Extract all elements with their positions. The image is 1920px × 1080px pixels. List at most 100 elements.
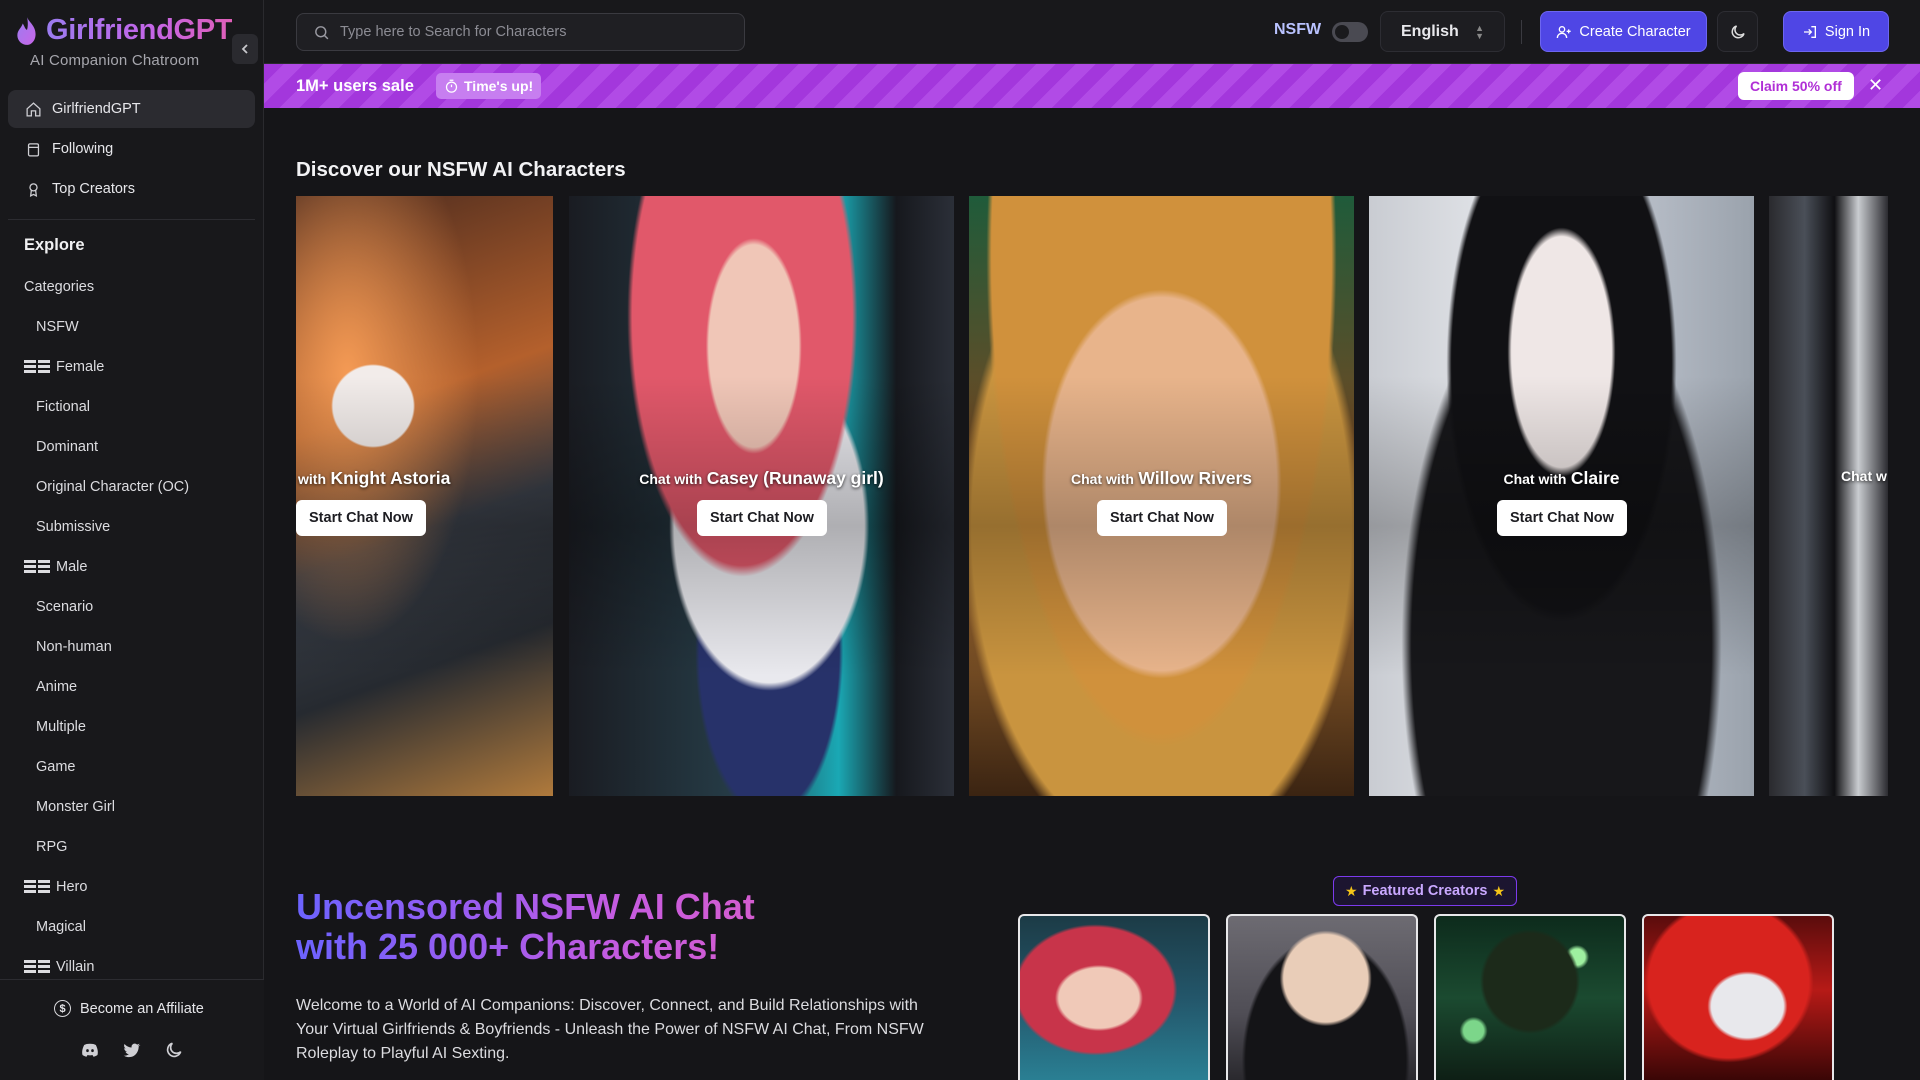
nsfw-toggle[interactable]	[1332, 22, 1368, 42]
character-name: Knight Astoria	[330, 468, 451, 488]
collapse-sidebar-button[interactable]	[232, 34, 258, 64]
promo-timer-label: Time's up!	[464, 78, 534, 94]
header-divider	[1521, 20, 1522, 44]
start-chat-button[interactable]: Start Chat Now	[1097, 500, 1227, 536]
category-item[interactable]: NSFW	[24, 307, 254, 347]
search-icon	[315, 25, 329, 39]
grid-icon	[24, 960, 50, 974]
twitter-icon[interactable]	[122, 1040, 142, 1060]
sidebar-footer: $ Become an Affiliate	[0, 979, 264, 1080]
language-select[interactable]: English ▲ ▼	[1380, 11, 1505, 52]
character-carousel: with Knight Astoria Start Chat Now Chat …	[296, 196, 1888, 796]
category-item[interactable]: Dominant	[24, 427, 254, 467]
start-chat-button[interactable]: Start Chat Now	[697, 500, 827, 536]
chat-with-label: Chat with Claire	[1369, 468, 1754, 489]
category-label: Male	[56, 559, 88, 575]
featured-creator-card[interactable]	[1434, 914, 1626, 1080]
character-card[interactable]: Chat w	[1769, 196, 1888, 796]
category-group[interactable]: Hero	[24, 867, 254, 907]
affiliate-label: Become an Affiliate	[80, 1000, 204, 1017]
category-label: NSFW	[36, 319, 79, 335]
sign-in-button[interactable]: Sign In	[1783, 11, 1889, 52]
top-bar: NSFW English ▲▼ Create Character Sign In	[264, 0, 1920, 64]
logo[interactable]: GirlfriendGPT	[14, 14, 233, 47]
category-label: Submissive	[36, 519, 111, 535]
category-label: Anime	[36, 679, 78, 695]
category-group[interactable]: Male	[24, 547, 254, 587]
moon-icon	[1731, 24, 1745, 38]
featured-creator-card[interactable]	[1642, 914, 1834, 1080]
flame-icon	[17, 16, 36, 45]
character-card[interactable]: with Knight Astoria Start Chat Now	[296, 196, 553, 796]
bookmark-icon	[27, 142, 40, 157]
category-label: RPG	[36, 839, 68, 855]
hero-title-line1: Uncensored NSFW AI Chat	[296, 886, 755, 927]
chat-with-label: Chat w	[1841, 468, 1888, 486]
grid-icon	[24, 560, 50, 574]
sign-in-icon	[1803, 25, 1816, 38]
grid-icon	[24, 880, 50, 894]
search-box[interactable]	[296, 13, 745, 51]
start-chat-button[interactable]: Start Chat Now	[296, 500, 426, 536]
category-item[interactable]: Original Character (OC)	[24, 467, 254, 507]
star-icon: ★	[1345, 882, 1358, 899]
category-label: Game	[36, 759, 76, 775]
theme-toggle-button[interactable]	[1717, 11, 1758, 52]
category-item[interactable]: Anime	[24, 667, 254, 707]
category-item[interactable]: Fictional	[24, 387, 254, 427]
hero-title: Uncensored NSFW AI Chat with 25 000+ Cha…	[296, 887, 755, 967]
category-label: Magical	[36, 919, 86, 935]
timer-icon	[445, 79, 458, 93]
character-name: Casey (Runaway girl)	[706, 468, 884, 488]
close-icon[interactable]: ✕	[1868, 75, 1883, 95]
category-group[interactable]: Female	[24, 347, 254, 387]
nav-item-following[interactable]: Following	[8, 130, 255, 168]
category-label: Female	[56, 359, 105, 375]
promo-title: 1M+ users sale	[296, 77, 414, 95]
award-icon	[29, 182, 38, 197]
main-nav: GirlfriendGPT Following Top Creators	[8, 90, 255, 210]
category-label: Scenario	[36, 599, 94, 615]
discord-icon[interactable]	[80, 1040, 100, 1060]
character-card[interactable]: Chat with Claire Start Chat Now	[1369, 196, 1754, 796]
nav-item-top-creators[interactable]: Top Creators	[8, 170, 255, 208]
categories-label-text: Categories	[24, 279, 95, 295]
category-label: Non-human	[36, 639, 112, 655]
hero-title-line2: with 25 000+ Characters!	[296, 927, 755, 967]
character-card[interactable]: Chat with Willow Rivers Start Chat Now	[969, 196, 1354, 796]
chat-with-label: Chat with Willow Rivers	[969, 468, 1354, 489]
start-chat-button[interactable]: Start Chat Now	[1497, 500, 1627, 536]
affiliate-link[interactable]: $ Become an Affiliate	[54, 1000, 204, 1017]
create-character-button[interactable]: Create Character	[1540, 11, 1707, 52]
search-input[interactable]	[340, 24, 720, 40]
featured-creators-badge: ★ Featured Creators ★	[1333, 876, 1518, 906]
category-item[interactable]: Game	[24, 747, 254, 787]
category-label: Hero	[56, 879, 88, 895]
category-item[interactable]: Monster Girl	[24, 787, 254, 827]
claim-discount-button[interactable]: Claim 50% off	[1738, 72, 1854, 100]
category-label: Villain	[56, 959, 95, 975]
featured-creator-card[interactable]	[1226, 914, 1418, 1080]
moon-icon[interactable]	[164, 1040, 184, 1060]
category-item[interactable]: Scenario	[24, 587, 254, 627]
character-card[interactable]: Chat with Casey (Runaway girl) Start Cha…	[569, 196, 954, 796]
featured-creators-label: Featured Creators	[1362, 883, 1488, 899]
category-item[interactable]: Submissive	[24, 507, 254, 547]
chevron-left-icon	[241, 44, 248, 54]
category-label: Monster Girl	[36, 799, 115, 815]
category-item[interactable]: Magical	[24, 907, 254, 947]
nav-item-label: Following	[52, 141, 114, 157]
nav-item-home[interactable]: GirlfriendGPT	[8, 90, 255, 128]
chat-with-prefix: Chat with	[1070, 471, 1134, 487]
character-name: Willow Rivers	[1138, 468, 1253, 488]
category-item[interactable]: RPG	[24, 827, 254, 867]
featured-creator-card[interactable]	[1018, 914, 1210, 1080]
chat-with-prefix: Chat w	[1841, 468, 1887, 484]
category-item[interactable]: Non-human	[24, 627, 254, 667]
chat-with-prefix: with	[298, 471, 326, 487]
character-image	[1769, 196, 1888, 796]
chat-with-label: Chat with Casey (Runaway girl)	[569, 468, 954, 489]
app-title: GirlfriendGPT	[46, 14, 233, 46]
star-icon: ★	[1492, 882, 1506, 899]
category-item[interactable]: Multiple	[24, 707, 254, 747]
